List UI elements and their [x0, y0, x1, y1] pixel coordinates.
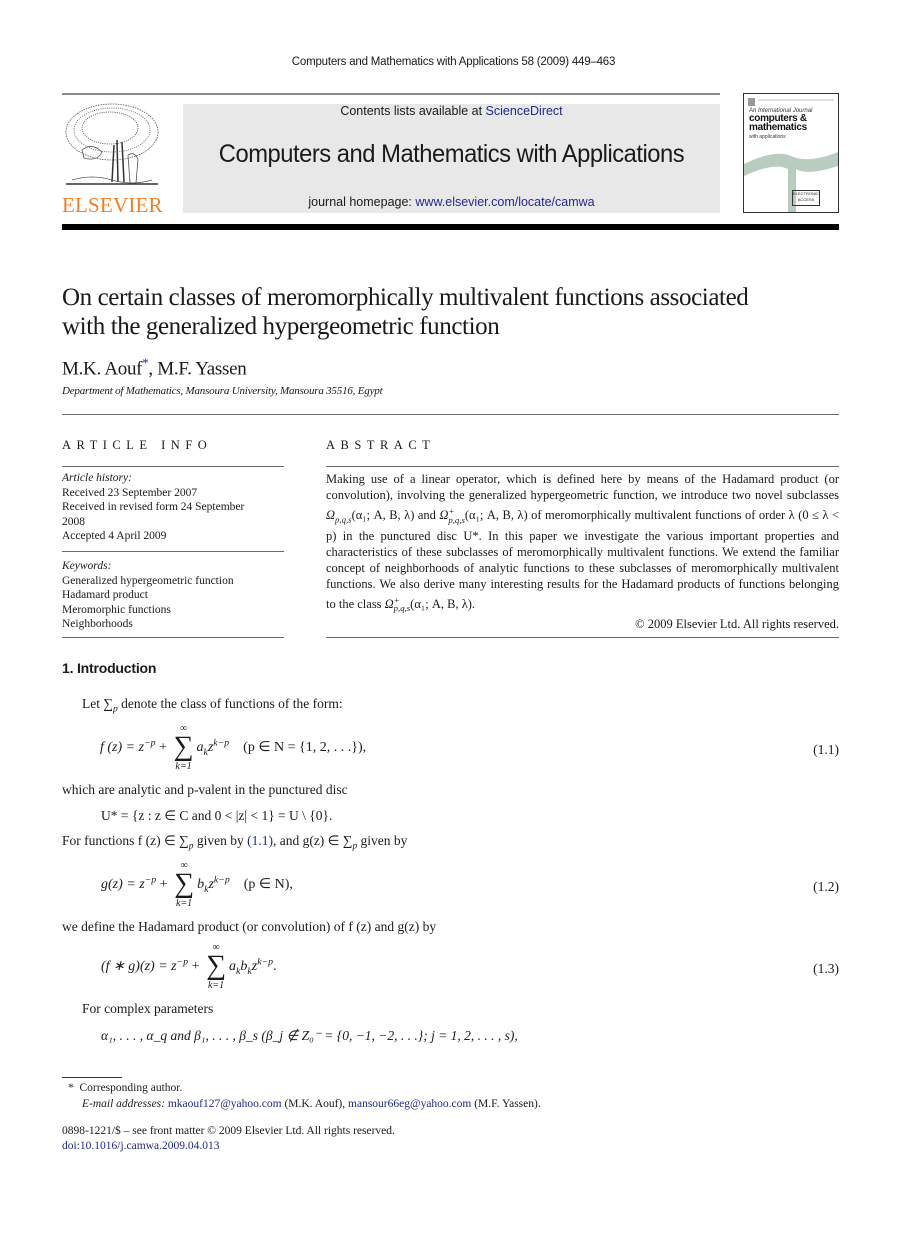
divider [326, 466, 839, 467]
footnote-corresponding: * Corresponding author. [68, 1082, 183, 1094]
equation-1-2: g(z) = z−p + ∞ ∑ k=1 bkzk−p (p ∈ N), [101, 860, 293, 910]
homepage-line: journal homepage: www.elsevier.com/locat… [183, 195, 720, 209]
copyright-notice: © 2009 Elsevier Ltd. All rights reserved… [635, 617, 839, 632]
section-heading-introduction: 1. Introduction [62, 660, 157, 676]
masthead-top-rule [62, 93, 720, 95]
equation-number: (1.2) [813, 879, 839, 894]
elsevier-wordmark: ELSEVIER [62, 193, 163, 217]
journal-homepage-link[interactable]: www.elsevier.com/locate/camwa [415, 195, 594, 209]
doi-line: doi:10.1016/j.camwa.2009.04.013 [62, 1139, 219, 1154]
cover-title: computers & mathematics [749, 113, 807, 133]
footnote-rule [62, 1077, 122, 1078]
journal-cover-thumbnail[interactable]: An International Journal computers & math… [743, 93, 839, 213]
divider [62, 414, 839, 415]
equation-number: (1.3) [813, 961, 839, 976]
footnote-emails: E-mail addresses: mkaouf127@yahoo.com (M… [82, 1098, 541, 1110]
history-item: Accepted 4 April 2009 [62, 530, 167, 542]
divider [62, 637, 284, 638]
email-link-yassen[interactable]: mansour66eg@yahoo.com [348, 1098, 471, 1110]
history-label: Article history: [62, 472, 132, 484]
divider [62, 466, 284, 467]
summation: ∞ ∑ k=1 [173, 723, 194, 773]
keyword-item: Meromorphic functions [62, 603, 171, 616]
equation-disc: U* = {z : z ∈ C and 0 < |z| < 1} = U \ {… [101, 808, 333, 823]
equation-number: (1.1) [813, 742, 839, 757]
summation: ∞ ∑ k=1 [206, 942, 227, 992]
keyword-item: Generalized hypergeometric function [62, 574, 234, 587]
divider [326, 637, 839, 638]
paragraph: which are analytic and p-valent in the p… [62, 782, 348, 797]
keywords-label: Keywords: [62, 560, 112, 572]
summation: ∞ ∑ k=1 [174, 860, 195, 910]
author-aouf[interactable]: M.K. Aouf [62, 358, 142, 379]
cover-tagline: with applications [749, 134, 786, 140]
paragraph: For functions f (z) ∈ ∑p given by (1.1),… [62, 833, 408, 852]
article-title: On certain classes of meromorphically mu… [62, 283, 852, 341]
equation-ref-1-1[interactable]: (1.1) [247, 833, 273, 848]
history-item: 2008 [62, 515, 85, 528]
homepage-prefix: journal homepage: [308, 195, 416, 209]
email-link-aouf[interactable]: mkaouf127@yahoo.com [168, 1098, 282, 1110]
paragraph: we define the Hadamard product (or convo… [62, 919, 437, 934]
history-item: Received 23 September 2007 [62, 486, 198, 499]
equation-1-3: (f ∗ g)(z) = z−p + ∞ ∑ k=1 akbkzk−p. [101, 942, 277, 992]
footnote-mark: * [68, 1082, 74, 1094]
title-line-1: On certain classes of meromorphically mu… [62, 284, 749, 311]
affiliation: Department of Mathematics, Mansoura Univ… [62, 385, 383, 397]
equation-parameters: α₁, . . . , α_q and β₁, . . . , β_s (β_j… [101, 1028, 518, 1043]
sciencedirect-link[interactable]: ScienceDirect [486, 104, 563, 118]
cover-badge: ELECTRONIC ACCESS [792, 190, 820, 206]
divider [62, 551, 284, 552]
front-matter-notice: 0898-1221/$ – see front matter © 2009 El… [62, 1125, 395, 1137]
paragraph: Let ∑p denote the class of functions of … [82, 696, 343, 715]
masthead-bottom-rule [62, 224, 839, 230]
equation-1-1: f (z) = z−p + ∞ ∑ k=1 akzk−p (p ∈ N = {1, 2… [100, 723, 367, 773]
paragraph: For complex parameters [82, 1001, 214, 1016]
article-history: Article history: Received 23 September 2… [62, 471, 284, 544]
abstract-text: Making use of a linear operator, which i… [326, 472, 839, 632]
abstract-heading: ABSTRACT [326, 438, 436, 452]
keyword-item: Hadamard product [62, 589, 148, 601]
author-list: M.K. Aouf*, M.F. Yassen [62, 355, 247, 380]
author-yassen[interactable]: M.F. Yassen [157, 358, 246, 379]
doi-link[interactable]: doi:10.1016/j.camwa.2009.04.013 [62, 1140, 219, 1152]
article-info-heading: ARTICLE INFO [62, 438, 213, 452]
contents-prefix: Contents lists available at [340, 104, 486, 118]
contents-line: Contents lists available at ScienceDirec… [183, 104, 720, 118]
history-item: Received in revised form 24 September [62, 501, 245, 513]
title-line-2: with the generalized hypergeometric func… [62, 313, 500, 340]
journal-name: Computers and Mathematics with Applicati… [218, 140, 685, 168]
keyword-item: Neighborhoods [62, 618, 133, 630]
keywords: Keywords: Generalized hypergeometric fun… [62, 559, 284, 632]
running-header: Computers and Mathematics with Applicati… [291, 56, 616, 68]
